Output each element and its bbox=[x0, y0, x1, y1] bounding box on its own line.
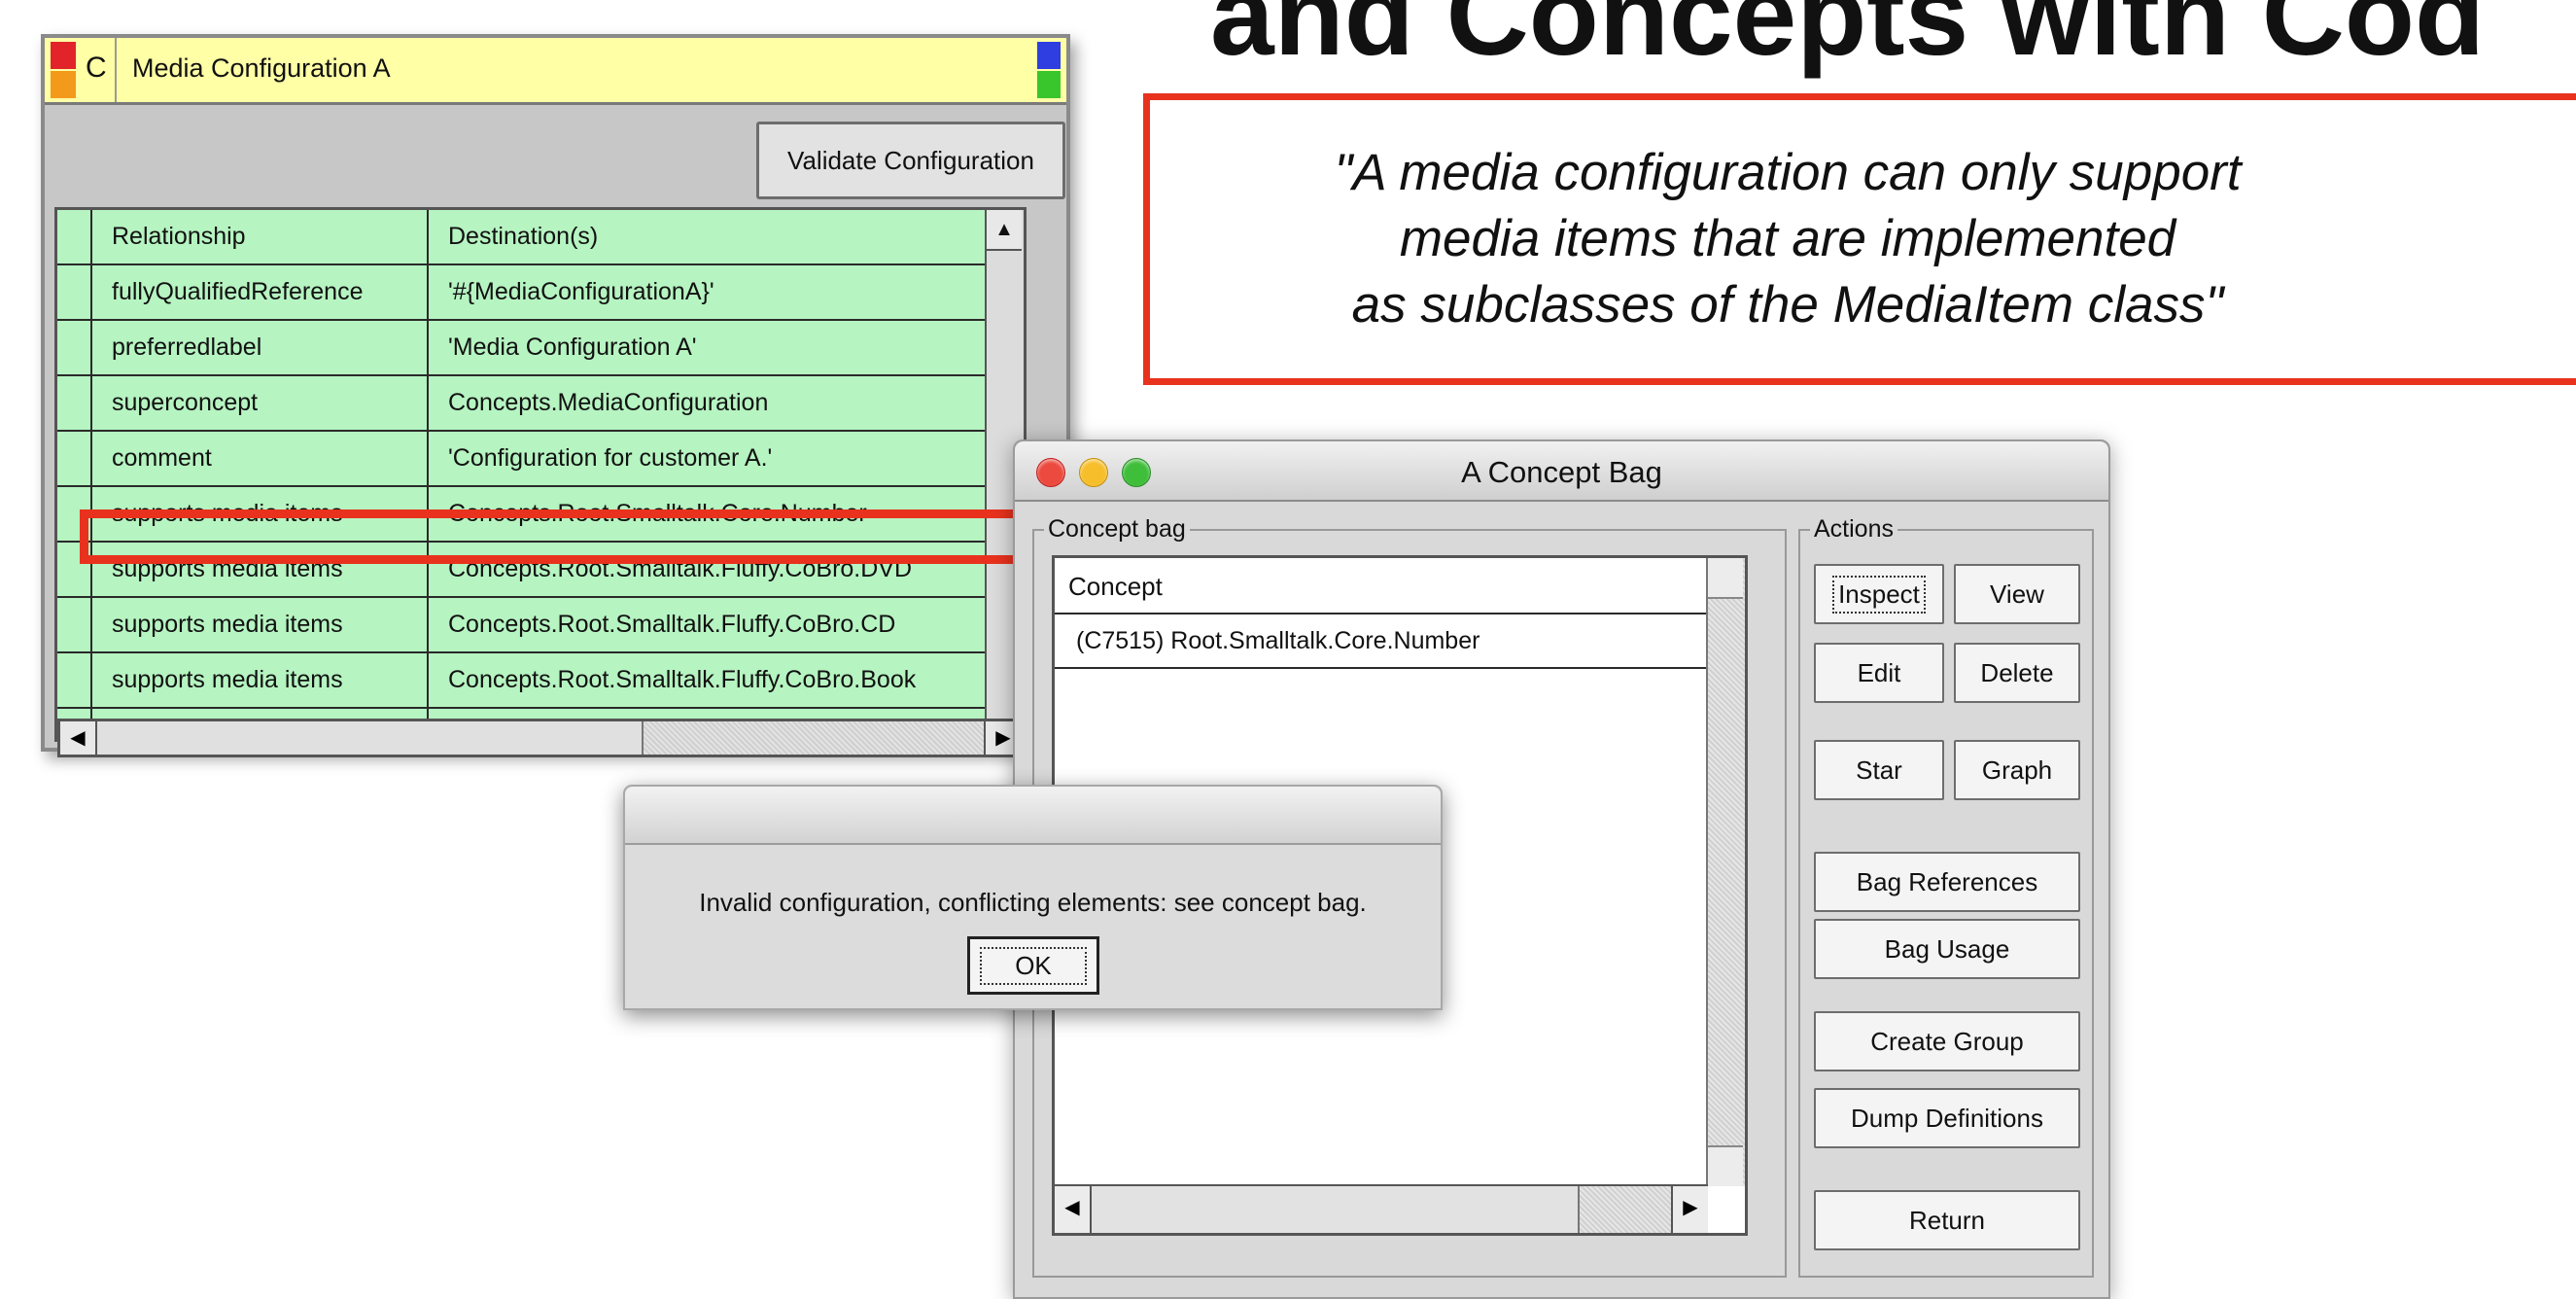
relationship-cell: superconcept bbox=[90, 376, 429, 430]
collapse-square-icon[interactable] bbox=[1037, 42, 1061, 69]
alert-message: Invalid configuration, conflicting eleme… bbox=[699, 888, 1367, 917]
relationship-cell: preferredlabel bbox=[90, 321, 429, 374]
alert-titlebar[interactable] bbox=[625, 787, 1441, 845]
table-row[interactable]: preferredlabel 'Media Configuration A' bbox=[57, 321, 1024, 376]
alert-dialog: Invalid configuration, conflicting eleme… bbox=[623, 785, 1443, 1010]
destination-cell: Concepts.Root.Smalltalk.Fluffy.CoBro.Boo… bbox=[448, 666, 917, 693]
destination-cell: 'Configuration for customer A.' bbox=[448, 444, 773, 472]
column-header-destination[interactable]: Destination(s) bbox=[429, 210, 1012, 263]
table-row[interactable]: supports media items Concepts.Root.Small… bbox=[57, 653, 1024, 709]
titlebar-divider bbox=[115, 38, 117, 102]
slide-title: and Concepts with Cod bbox=[1210, 0, 2486, 80]
quote-line: as subclasses of the MediaItem class" bbox=[1351, 276, 2224, 334]
ok-button[interactable]: OK bbox=[967, 936, 1099, 995]
row-marker bbox=[57, 598, 92, 651]
relationship-cell: comment bbox=[90, 432, 429, 485]
list-item[interactable]: (C7515) Root.Smalltalk.Core.Number bbox=[1055, 614, 1708, 669]
row-marker bbox=[57, 265, 92, 319]
inspect-button[interactable]: Inspect bbox=[1814, 564, 1944, 624]
arrow-left-icon[interactable]: ◀ bbox=[1055, 1186, 1092, 1233]
scroll-thumb[interactable] bbox=[97, 721, 644, 755]
star-button[interactable]: Star bbox=[1814, 740, 1944, 800]
ok-button-label: OK bbox=[980, 946, 1087, 985]
inspect-button-label: Inspect bbox=[1832, 575, 1926, 614]
destination-cell: Concepts.Root.Smalltalk.Fluffy.CoBro.DVD bbox=[448, 555, 913, 582]
arrow-down-icon[interactable] bbox=[1708, 1145, 1743, 1186]
media-window-title: Media Configuration A bbox=[132, 53, 391, 83]
media-configuration-window: C Media Configuration A Validate Configu… bbox=[41, 34, 1070, 757]
row-marker bbox=[57, 321, 92, 374]
destination-cell: 'Media Configuration A' bbox=[448, 334, 697, 361]
resize-square-icon[interactable] bbox=[1037, 71, 1061, 98]
arrow-right-icon[interactable]: ▶ bbox=[1671, 1186, 1708, 1233]
relationship-cell: supports media items bbox=[90, 543, 429, 596]
quote-line: "A media configuration can only support bbox=[1334, 144, 2242, 201]
view-button[interactable]: View bbox=[1954, 564, 2080, 624]
row-marker bbox=[57, 653, 92, 707]
actions-group-label: Actions bbox=[1810, 515, 1897, 544]
row-marker bbox=[57, 432, 92, 485]
arrow-up-icon[interactable]: ▲ bbox=[987, 210, 1022, 251]
destination-cell: Concepts.Root.Smalltalk.Fluffy.CoBro.CD bbox=[448, 611, 896, 638]
relationship-cell: supports media items bbox=[90, 598, 429, 651]
destination-cell: '#{MediaConfigurationA}' bbox=[448, 278, 714, 305]
relationship-table: Relationship Destination(s) fullyQualifi… bbox=[54, 207, 1027, 742]
table-row[interactable]: fullyQualifiedReference '#{MediaConfigur… bbox=[57, 265, 1024, 321]
destination-cell: Concepts.MediaConfiguration bbox=[448, 389, 769, 416]
row-marker bbox=[57, 543, 92, 596]
arrow-up-icon[interactable] bbox=[1708, 558, 1743, 599]
table-row[interactable]: supports media items Concepts.Root.Small… bbox=[57, 543, 1024, 598]
quote-line: media items that are implemented bbox=[1399, 210, 2176, 267]
quote-text: "A media configuration can only support … bbox=[1150, 140, 2425, 338]
bag-references-button[interactable]: Bag References bbox=[1814, 852, 2080, 912]
graph-button[interactable]: Graph bbox=[1954, 740, 2080, 800]
column-header-relationship[interactable]: Relationship bbox=[90, 210, 429, 263]
table-row[interactable]: comment 'Configuration for customer A.' bbox=[57, 432, 1024, 487]
edit-button[interactable]: Edit bbox=[1814, 643, 1944, 703]
table-header: Relationship Destination(s) bbox=[57, 210, 1024, 265]
concept-bag-titlebar[interactable]: A Concept Bag bbox=[1015, 441, 2108, 502]
row-marker bbox=[57, 487, 92, 541]
column-header-concept[interactable]: Concept bbox=[1055, 558, 1708, 614]
concept-bag-group-label: Concept bag bbox=[1044, 515, 1190, 544]
concept-bag-title: A Concept Bag bbox=[1461, 455, 1662, 489]
media-window-titlebar[interactable]: C Media Configuration A bbox=[45, 38, 1066, 105]
validate-configuration-button[interactable]: Validate Configuration bbox=[756, 122, 1065, 199]
vertical-scrollbar[interactable] bbox=[1706, 558, 1745, 1186]
row-marker bbox=[57, 210, 92, 263]
quote-box: "A media configuration can only support … bbox=[1143, 93, 2576, 385]
horizontal-scrollbar[interactable]: ◀ ▶ bbox=[1055, 1184, 1708, 1233]
delete-button[interactable]: Delete bbox=[1954, 643, 2080, 703]
return-button[interactable]: Return bbox=[1814, 1190, 2080, 1250]
dump-definitions-button[interactable]: Dump Definitions bbox=[1814, 1088, 2080, 1148]
table-row[interactable]: supports media items Concepts.Root.Small… bbox=[57, 487, 1024, 543]
table-row[interactable]: superconcept Concepts.MediaConfiguration bbox=[57, 376, 1024, 432]
relationship-cell: supports media items bbox=[90, 487, 429, 541]
destination-cell: Concepts.Root.Smalltalk.Core.Number bbox=[448, 500, 867, 527]
close-square-icon[interactable] bbox=[51, 42, 76, 69]
relationship-cell: supports media items bbox=[90, 653, 429, 707]
scroll-thumb[interactable] bbox=[1092, 1186, 1580, 1233]
window-type-letter: C bbox=[86, 52, 107, 84]
horizontal-scrollbar[interactable]: ◀ ▶ bbox=[57, 719, 1024, 757]
arrow-left-icon[interactable]: ◀ bbox=[60, 721, 97, 755]
table-row[interactable]: supports media items Concepts.Root.Small… bbox=[57, 598, 1024, 653]
row-marker bbox=[57, 376, 92, 430]
bag-usage-button[interactable]: Bag Usage bbox=[1814, 919, 2080, 979]
relationship-cell: fullyQualifiedReference bbox=[90, 265, 429, 319]
create-group-button[interactable]: Create Group bbox=[1814, 1011, 2080, 1071]
menu-square-icon[interactable] bbox=[51, 71, 76, 98]
